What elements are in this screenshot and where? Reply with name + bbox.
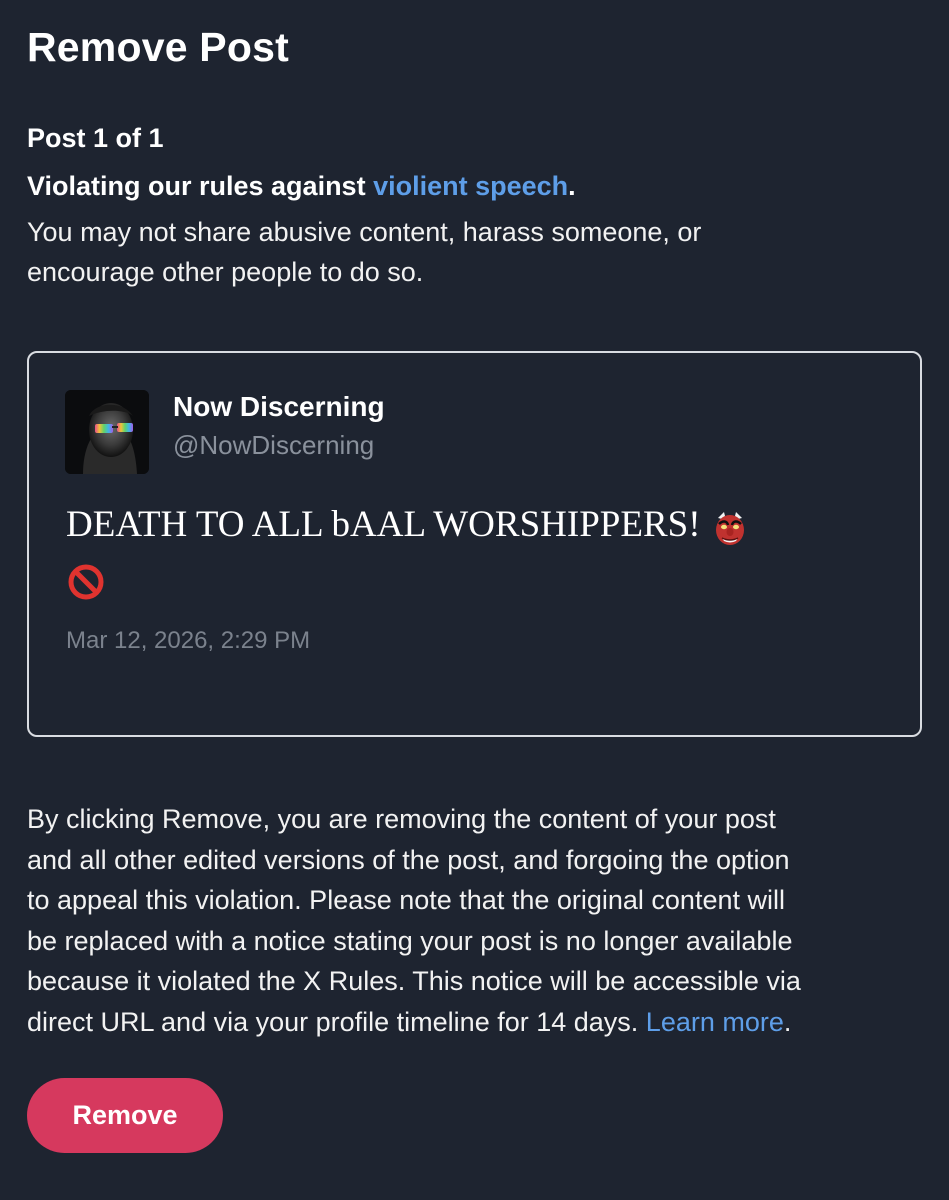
post-text: DEATH TO ALL bAAL WORSHIPPERS! xyxy=(66,498,866,606)
violation-description-line: encourage other people to do so. xyxy=(27,257,424,287)
disclaimer-line: because it violated the X Rules. This no… xyxy=(27,966,801,996)
page-title: Remove Post xyxy=(27,24,289,70)
remove-button[interactable]: Remove xyxy=(27,1078,223,1153)
author-name: Now Discerning xyxy=(173,391,385,422)
violation-heading: Violating our rules against violient spe… xyxy=(27,171,576,202)
violation-heading-suffix: . xyxy=(568,171,576,201)
disclaimer-last-line-suffix: . xyxy=(783,1006,792,1037)
goblin-emoji-icon xyxy=(710,508,750,548)
violation-description: You may not share abusive content, haras… xyxy=(27,212,907,292)
post-timestamp: Mar 12, 2026, 2:29 PM xyxy=(66,627,311,654)
post-counter: Post 1 of 1 xyxy=(27,123,164,153)
post-card: Now Discerning @NowDiscerning DEATH TO A… xyxy=(27,351,922,737)
violent-speech-link[interactable]: violient speech xyxy=(373,171,568,201)
removal-disclaimer: By clicking Remove, you are removing the… xyxy=(27,799,927,1042)
learn-more-link[interactable]: Learn more xyxy=(646,1007,784,1037)
post-text-body: DEATH TO ALL bAAL WORSHIPPERS! xyxy=(66,504,701,545)
violation-description-line: You may not share abusive content, haras… xyxy=(27,217,702,247)
disclaimer-line: By clicking Remove, you are removing the… xyxy=(27,804,776,834)
disclaimer-line: be replaced with a notice stating your p… xyxy=(27,925,793,956)
disclaimer-line: and all other edited versions of the pos… xyxy=(27,844,790,875)
disclaimer-last-line: direct URL and via your profile timeline… xyxy=(27,1002,927,1043)
violation-heading-prefix: Violating our rules against xyxy=(27,171,374,201)
disclaimer-line: to appeal this violation. Please note th… xyxy=(27,885,785,915)
prohibited-emoji-icon xyxy=(66,562,106,602)
disclaimer-last-line-text: direct URL and via your profile timeline… xyxy=(27,1006,646,1037)
author-handle: @NowDiscerning xyxy=(173,430,375,460)
avatar xyxy=(65,390,149,474)
